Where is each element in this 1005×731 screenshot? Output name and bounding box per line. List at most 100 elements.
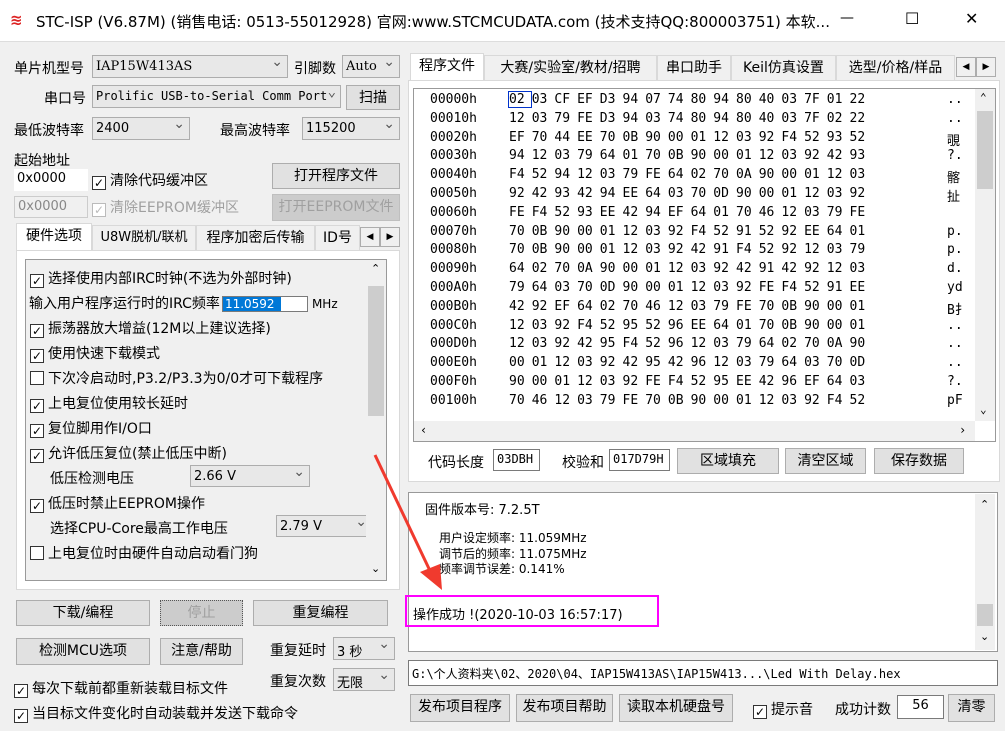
reset-count-button[interactable]: 清零 (948, 694, 995, 722)
hex-byte[interactable]: 01 (668, 280, 690, 295)
hex-byte[interactable]: 90 (554, 242, 576, 257)
hex-byte[interactable]: 40 (759, 92, 781, 107)
hex-byte[interactable]: 02 (781, 336, 803, 351)
hex-byte[interactable]: 01 (600, 242, 622, 257)
hex-byte[interactable]: 12 (691, 280, 713, 295)
tab-serial-assistant[interactable]: 串口助手 (657, 55, 731, 81)
hex-byte[interactable]: 94 (554, 167, 576, 182)
hex-byte[interactable]: 52 (804, 130, 826, 145)
hex-byte[interactable]: 03 (713, 280, 735, 295)
hex-byte[interactable]: 70 (600, 130, 622, 145)
hex-byte[interactable]: 03 (577, 393, 599, 408)
hex-byte[interactable]: 03 (554, 280, 576, 295)
hex-byte[interactable]: 64 (577, 299, 599, 314)
publish-help-button[interactable]: 发布项目帮助 (516, 694, 613, 722)
hex-byte[interactable]: 03 (645, 224, 667, 239)
hex-byte[interactable]: 0B (781, 299, 803, 314)
hex-byte[interactable]: 01 (736, 148, 758, 163)
download-button[interactable]: 下载/编程 (16, 600, 150, 626)
hex-byte[interactable]: 0D (600, 280, 622, 295)
hex-byte[interactable]: 03 (850, 374, 872, 389)
hex-byte[interactable]: 12 (577, 167, 599, 182)
hex-byte[interactable]: 03 (645, 111, 667, 126)
hex-byte[interactable]: 00 (668, 130, 690, 145)
option-item[interactable]: 选择CPU-Core最高工作电压 2.79 V (50, 515, 372, 538)
hex-byte[interactable]: 02 (508, 91, 532, 108)
hex-byte[interactable]: 70 (736, 205, 758, 220)
hex-view[interactable]: 00000h 02 03 CF EF D3 94 07 74 80 94 80 40 03 7F 01 22..… (413, 88, 996, 442)
pins-select[interactable]: Auto (342, 55, 400, 78)
hex-byte[interactable]: 0B (668, 148, 690, 163)
hex-byte[interactable]: 94 (600, 186, 622, 201)
hex-byte[interactable]: 94 (713, 111, 735, 126)
hex-byte[interactable]: 02 (691, 167, 713, 182)
close-button[interactable]: ✕ (965, 9, 978, 28)
hex-byte[interactable]: F4 (691, 224, 713, 239)
hex-byte[interactable]: 92 (668, 242, 690, 257)
hex-byte[interactable]: FE (645, 374, 667, 389)
hex-byte[interactable]: 03 (691, 261, 713, 276)
hex-byte[interactable]: 01 (600, 224, 622, 239)
hex-byte[interactable]: 02 (600, 299, 622, 314)
hex-byte[interactable]: 70 (713, 167, 735, 182)
reload-checkbox[interactable]: ✓ 每次下载前都重新装载目标文件 (14, 678, 228, 698)
hex-byte[interactable]: 64 (532, 280, 554, 295)
hex-byte[interactable]: 92 (804, 148, 826, 163)
hex-byte[interactable]: 44 (554, 130, 576, 145)
hex-byte[interactable]: 70 (577, 280, 599, 295)
hex-byte[interactable]: 0A (577, 261, 599, 276)
hex-byte[interactable]: 64 (668, 167, 690, 182)
hex-byte[interactable]: 94 (645, 205, 667, 220)
hex-byte[interactable]: 03 (668, 186, 690, 201)
hex-vertical-scrollbar[interactable]: ⌃ ⌄ (975, 89, 995, 421)
hex-byte[interactable]: 64 (509, 261, 531, 276)
hex-byte[interactable]: 22 (850, 92, 872, 107)
hex-byte[interactable]: 70 (623, 299, 645, 314)
hex-byte[interactable]: 03 (781, 148, 803, 163)
checkbox-checked-icon[interactable]: ✓ (30, 324, 44, 338)
hex-byte[interactable]: 92 (781, 224, 803, 239)
tab-right-arrow-icon[interactable]: ▶ (380, 227, 400, 247)
tab-left-arrow-icon[interactable]: ◀ (360, 227, 380, 247)
hex-byte[interactable]: 42 (532, 186, 554, 201)
hex-byte[interactable]: 12 (554, 393, 576, 408)
read-disk-id-button[interactable]: 读取本机硬盘号 (619, 694, 733, 722)
scroll-right-icon[interactable]: › (959, 423, 966, 437)
hex-byte[interactable]: 92 (850, 186, 872, 201)
hex-byte[interactable]: F4 (781, 280, 803, 295)
option-item[interactable]: ✓ 允许低压复位(禁止低压中断) (30, 443, 227, 463)
hex-byte[interactable]: 00 (827, 318, 849, 333)
hex-byte[interactable]: 94 (623, 92, 645, 107)
hex-byte[interactable]: 52 (804, 280, 826, 295)
hex-byte[interactable]: 0A (827, 336, 849, 351)
hex-byte[interactable]: 01 (645, 261, 667, 276)
hex-byte[interactable]: 12 (827, 167, 849, 182)
hex-byte[interactable]: 02 (827, 111, 849, 126)
hex-byte[interactable]: 01 (623, 148, 645, 163)
scrollbar-thumb[interactable] (368, 286, 384, 416)
hex-byte[interactable]: 92 (623, 374, 645, 389)
hex-byte[interactable]: F4 (781, 130, 803, 145)
hex-byte[interactable]: 90 (691, 148, 713, 163)
hex-byte[interactable]: 03 (691, 299, 713, 314)
hex-byte[interactable]: 42 (691, 242, 713, 257)
scan-button[interactable]: 扫描 (346, 85, 400, 110)
hex-byte[interactable]: 74 (668, 111, 690, 126)
hex-byte[interactable]: 03 (554, 148, 576, 163)
save-data-button[interactable]: 保存数据 (874, 448, 964, 474)
hex-byte[interactable]: 03 (736, 130, 758, 145)
clear-area-button[interactable]: 清空区域 (785, 448, 866, 474)
hex-byte[interactable]: 79 (623, 167, 645, 182)
hex-byte[interactable]: 64 (827, 224, 849, 239)
hex-byte[interactable]: 01 (827, 92, 849, 107)
hex-byte[interactable]: 80 (736, 92, 758, 107)
hex-byte[interactable]: 00 (645, 280, 667, 295)
checkbox-unchecked-icon[interactable] (30, 371, 44, 385)
tab-contest[interactable]: 大赛/实验室/教材/招聘 (484, 55, 657, 81)
hex-byte[interactable]: EF (577, 92, 599, 107)
scrollbar-thumb[interactable] (977, 111, 993, 189)
hex-byte[interactable]: 79 (577, 148, 599, 163)
option-item[interactable]: 低压检测电压 2.66 V (50, 465, 310, 488)
hex-byte[interactable]: 0B (781, 318, 803, 333)
tab-selection-price[interactable]: 选型/价格/样品 (836, 55, 955, 81)
